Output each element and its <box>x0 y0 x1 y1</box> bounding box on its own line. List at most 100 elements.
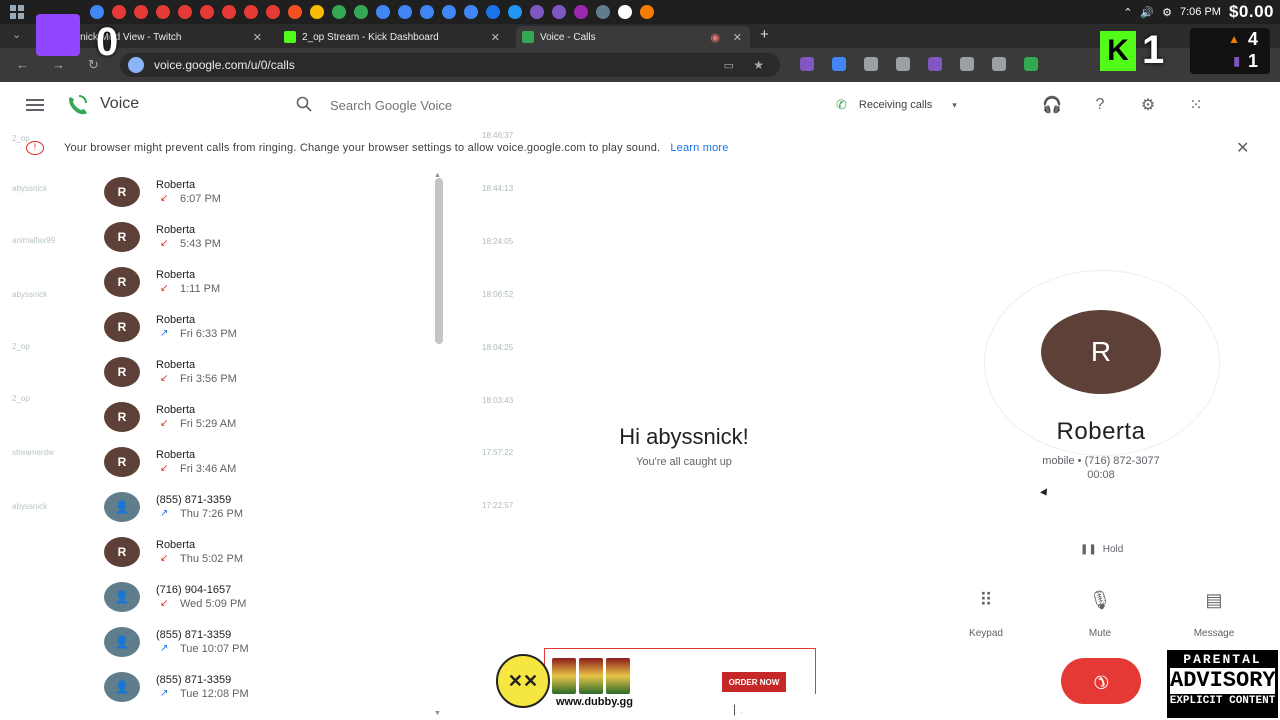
new-tab-icon[interactable]: + <box>760 26 769 43</box>
greeting-heading: Hi abyssnick! <box>619 424 749 449</box>
message-icon: ▤ <box>1205 590 1223 610</box>
call-list-item[interactable]: R Roberta ↙ 6:07 PM <box>100 170 420 215</box>
twitch-viewer-count: 0 <box>96 20 119 64</box>
kick-viewer-count: 1 <box>1142 28 1165 72</box>
taskbar-app-icon[interactable] <box>156 5 170 19</box>
call-list-item[interactable]: R Roberta ↙ Fri 3:56 PM <box>100 350 420 395</box>
taskbar-app-icon[interactable] <box>134 5 148 19</box>
call-list-item[interactable]: 👤 (855) 871-3359 ↗ Tue 12:08 PM <box>100 665 420 710</box>
search-icon[interactable] <box>296 96 312 112</box>
keypad-button[interactable]: ⠿ Keypad <box>956 590 1016 639</box>
taskbar-app-icon[interactable] <box>574 5 588 19</box>
cast-icon[interactable]: ▭ <box>724 59 734 72</box>
call-timer: 00:08 <box>1087 469 1115 481</box>
taskbar-app-icon[interactable] <box>486 5 500 19</box>
scroll-down-icon[interactable]: ▼ <box>434 710 441 717</box>
taskbar-app-icon[interactable] <box>464 5 478 19</box>
missed-call-icon: ↙ <box>160 553 169 564</box>
chat-username: abyssnick <box>12 502 48 511</box>
forward-icon[interactable]: → <box>52 57 65 72</box>
headset-icon[interactable]: 🎧 <box>1042 95 1062 115</box>
tab-voice[interactable]: Voice - Calls ◉ ✕ <box>516 26 750 48</box>
stats-overlay: ▲ 4 ▮ 1 <box>1190 28 1270 74</box>
call-list-item[interactable]: 👤 (855) 871-3359 ↗ Thu 7:26 PM <box>100 485 420 530</box>
call-list-item[interactable]: R Roberta ↙ Fri 3:46 AM <box>100 440 420 485</box>
tab-close-icon[interactable]: ✕ <box>253 31 262 44</box>
taskbar-app-icon[interactable] <box>354 5 368 19</box>
taskbar-app-icon[interactable] <box>222 5 236 19</box>
taskbar-app-icon[interactable] <box>244 5 258 19</box>
call-list-item[interactable]: R Roberta ↙ Fri 5:29 AM <box>100 395 420 440</box>
banner-text: Your browser might prevent calls from ri… <box>64 142 661 154</box>
taskbar-app-icon[interactable] <box>398 5 412 19</box>
volume-icon[interactable]: 🔊 <box>1140 6 1154 19</box>
tab-kick[interactable]: 2_op Stream - Kick Dashboard ✕ <box>278 26 508 48</box>
taskbar-app-icon[interactable] <box>200 5 214 19</box>
taskbar-app-icon[interactable] <box>420 5 434 19</box>
settings-gear-icon[interactable]: ⚙ <box>1138 95 1158 115</box>
dubby-mascot-icon: ✕✕ <box>496 654 550 708</box>
taskbar-app-icon[interactable] <box>552 5 566 19</box>
taskbar-app-icon[interactable] <box>310 5 324 19</box>
chat-username: 2_op <box>12 134 30 143</box>
end-call-button[interactable]: ✆ <box>1061 658 1141 704</box>
address-bar[interactable]: voice.google.com/u/0/calls ★ ▭ <box>120 53 780 77</box>
chat-timestamp: 18:03:43 <box>482 396 514 405</box>
extension-icon[interactable] <box>832 57 846 71</box>
taskbar-app-icon[interactable] <box>530 5 544 19</box>
recording-icon: ◉ <box>710 31 720 44</box>
caller-name: Roberta <box>156 269 196 281</box>
extension-icon[interactable] <box>960 57 974 71</box>
back-icon[interactable]: ← <box>16 57 29 72</box>
extension-icon[interactable] <box>800 57 814 71</box>
message-button[interactable]: ▤ Message <box>1184 590 1244 639</box>
call-list-item[interactable]: R Roberta ↙ 1:11 PM <box>100 260 420 305</box>
tab-close-icon[interactable]: ✕ <box>491 31 500 44</box>
tab-search-chevron-icon[interactable]: ⌄ <box>12 28 21 41</box>
tray-chevron-icon[interactable]: ⌃ <box>1123 6 1132 19</box>
taskbar-app-icon[interactable] <box>112 5 126 19</box>
call-list-item[interactable]: R Roberta ↗ Fri 6:33 PM <box>100 305 420 350</box>
extension-icon[interactable] <box>992 57 1006 71</box>
taskbar-app-icon[interactable] <box>596 5 610 19</box>
main-menu-icon[interactable] <box>26 99 44 114</box>
call-list-item[interactable]: 👤 (855) 871-3359 ↗ Tue 10:07 PM <box>100 620 420 665</box>
clock[interactable]: 7:06 PM <box>1180 6 1221 18</box>
taskbar-app-icon[interactable] <box>178 5 192 19</box>
taskbar-app-icon[interactable] <box>266 5 280 19</box>
call-list-item[interactable]: R Roberta ↙ 5:43 PM <box>100 215 420 260</box>
tab-close-icon[interactable]: ✕ <box>733 31 742 44</box>
mute-button[interactable]: 🎙 Mute <box>1070 590 1130 639</box>
taskbar-app-icon[interactable] <box>640 5 654 19</box>
extension-icon[interactable] <box>1024 57 1038 71</box>
call-list-item[interactable]: 👤 (716) 904-1657 ↙ Wed 5:09 PM <box>100 575 420 620</box>
extension-icon[interactable] <box>928 57 942 71</box>
taskbar-app-icon[interactable] <box>442 5 456 19</box>
taskbar-app-icon[interactable] <box>332 5 346 19</box>
extension-icon[interactable] <box>864 57 878 71</box>
taskbar-app-icon[interactable] <box>618 5 632 19</box>
extension-icon[interactable] <box>896 57 910 71</box>
settings-tray-icon[interactable]: ⚙ <box>1162 6 1172 19</box>
receiving-calls-dropdown[interactable]: ✆ Receiving calls ▾ <box>836 97 957 113</box>
site-info-icon[interactable] <box>128 57 144 73</box>
call-list-item[interactable]: R Roberta ↙ Thu 5:02 PM <box>100 530 420 575</box>
taskbar-app-icon[interactable] <box>90 5 104 19</box>
apps-grid-icon[interactable]: ⁙ <box>1186 95 1206 115</box>
outgoing-call-icon: ↗ <box>160 688 169 699</box>
learn-more-link[interactable]: Learn more <box>670 142 728 154</box>
help-icon[interactable]: ? <box>1090 95 1110 115</box>
call-list-scrollbar[interactable] <box>435 178 443 344</box>
taskbar-app-icon[interactable] <box>288 5 302 19</box>
hold-button[interactable]: ❚❚ Hold <box>1080 544 1123 555</box>
taskbar-app-icon[interactable] <box>376 5 390 19</box>
close-banner-icon[interactable]: ✕ <box>1236 138 1249 158</box>
browser-tab-strip: ⌄ abyssnick Mod View - Twitch ✕ 2_op Str… <box>0 24 1280 48</box>
bookmark-star-icon[interactable]: ★ <box>753 58 764 72</box>
keypad-icon: ⠿ <box>979 590 993 610</box>
search-input[interactable] <box>330 95 730 115</box>
caller-name: (855) 871-3359 <box>156 494 232 506</box>
warning-clock-icon: ! <box>26 141 44 155</box>
taskbar-app-icon[interactable] <box>508 5 522 19</box>
windows-start-icon[interactable] <box>10 5 24 19</box>
